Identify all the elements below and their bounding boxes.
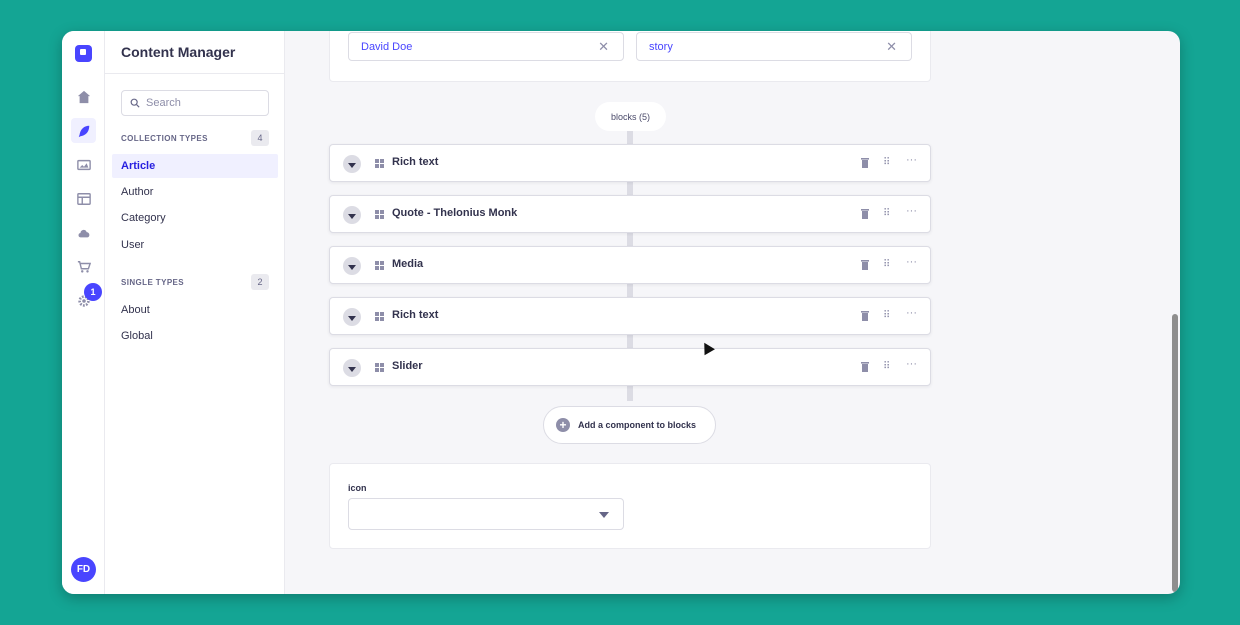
- block-item[interactable]: Rich text ⠿ ···: [329, 297, 931, 335]
- close-icon[interactable]: ✕: [598, 39, 609, 55]
- category-relation-value: story: [649, 40, 673, 53]
- blocks-label: blocks (5): [595, 102, 666, 131]
- main-nav-rail: 1 FD: [62, 31, 105, 594]
- more-icon[interactable]: ···: [906, 256, 917, 268]
- more-icon[interactable]: ···: [906, 205, 917, 217]
- drag-icon[interactable]: ⠿: [883, 157, 890, 168]
- block-label: Slider: [392, 360, 423, 372]
- icon-select[interactable]: [348, 498, 624, 530]
- trash-icon[interactable]: [860, 208, 870, 220]
- feather-icon[interactable]: [71, 118, 96, 143]
- drag-icon[interactable]: ⠿: [883, 361, 890, 372]
- drag-icon[interactable]: ⠿: [883, 310, 890, 321]
- block-item[interactable]: Quote - Thelonius Monk ⠿ ···: [329, 195, 931, 233]
- more-icon[interactable]: ···: [906, 358, 917, 370]
- cloud-icon[interactable]: [71, 220, 96, 245]
- icon-field-card: icon: [329, 463, 931, 549]
- nav-item-global[interactable]: Global: [112, 324, 278, 348]
- more-icon[interactable]: ···: [906, 307, 917, 319]
- trash-icon[interactable]: [860, 157, 870, 169]
- nav-item-category[interactable]: Category: [112, 206, 278, 230]
- add-component-label: Add a component to blocks: [578, 420, 697, 430]
- chevron-down-icon[interactable]: [343, 206, 361, 224]
- block-label: Media: [392, 258, 424, 270]
- nav-divider: [105, 73, 284, 74]
- drag-icon[interactable]: ⠿: [883, 259, 890, 270]
- drag-icon[interactable]: ⠿: [883, 208, 890, 219]
- search-placeholder: Search: [146, 97, 181, 109]
- component-icon: [375, 159, 384, 168]
- cart-icon[interactable]: [71, 254, 96, 279]
- app-window: 1 FD Content Manager Search COLLECTION T…: [62, 31, 1180, 594]
- nav-item-author[interactable]: Author: [112, 180, 278, 204]
- chevron-down-icon[interactable]: [343, 257, 361, 275]
- plus-icon: +: [556, 418, 570, 432]
- component-icon: [375, 261, 384, 270]
- home-icon[interactable]: [71, 84, 96, 109]
- add-component-button[interactable]: + Add a component to blocks: [543, 406, 716, 444]
- single-types-count: 2: [251, 274, 269, 290]
- layout-icon[interactable]: [71, 186, 96, 211]
- settings-badge: 1: [84, 283, 102, 301]
- search-icon: [130, 98, 140, 108]
- nav-item-user[interactable]: User: [112, 233, 278, 257]
- content-manager-nav: Content Manager Search COLLECTION TYPES …: [105, 31, 285, 594]
- block-item[interactable]: Slider ⠿ ···: [329, 348, 931, 386]
- main-content: David Doe ✕ story ✕ blocks (5) Rich text…: [285, 31, 1180, 594]
- nav-item-article[interactable]: Article: [112, 154, 278, 178]
- author-relation[interactable]: David Doe ✕: [348, 32, 624, 61]
- close-icon[interactable]: ✕: [886, 39, 897, 55]
- component-icon: [375, 210, 384, 219]
- block-item[interactable]: Rich text ⠿ ···: [329, 144, 931, 182]
- author-relation-value: David Doe: [361, 40, 413, 53]
- block-label: Rich text: [392, 156, 439, 168]
- user-avatar[interactable]: FD: [71, 557, 96, 582]
- nav-title: Content Manager: [121, 44, 236, 60]
- component-icon: [375, 363, 384, 372]
- relations-card: David Doe ✕ story ✕: [329, 31, 931, 82]
- collection-types-count: 4: [251, 130, 269, 146]
- search-input[interactable]: Search: [121, 90, 269, 116]
- block-item[interactable]: Media ⠿ ···: [329, 246, 931, 284]
- trash-icon[interactable]: [860, 259, 870, 271]
- component-icon: [375, 312, 384, 321]
- app-logo[interactable]: [75, 45, 92, 62]
- chevron-down-icon[interactable]: [343, 155, 361, 173]
- chevron-down-icon[interactable]: [343, 359, 361, 377]
- scrollbar-thumb[interactable]: [1172, 314, 1178, 592]
- nav-item-about[interactable]: About: [112, 298, 278, 322]
- collection-types-heading: COLLECTION TYPES: [121, 134, 208, 143]
- block-label: Rich text: [392, 309, 439, 321]
- image-icon[interactable]: [71, 152, 96, 177]
- chevron-down-icon: [599, 512, 609, 518]
- more-icon[interactable]: ···: [906, 154, 917, 166]
- trash-icon[interactable]: [860, 310, 870, 322]
- single-types-heading: SINGLE TYPES: [121, 278, 185, 287]
- icon-field-label: icon: [348, 483, 367, 493]
- chevron-down-icon[interactable]: [343, 308, 361, 326]
- block-label: Quote - Thelonius Monk: [392, 207, 518, 219]
- category-relation[interactable]: story ✕: [636, 32, 912, 61]
- trash-icon[interactable]: [860, 361, 870, 373]
